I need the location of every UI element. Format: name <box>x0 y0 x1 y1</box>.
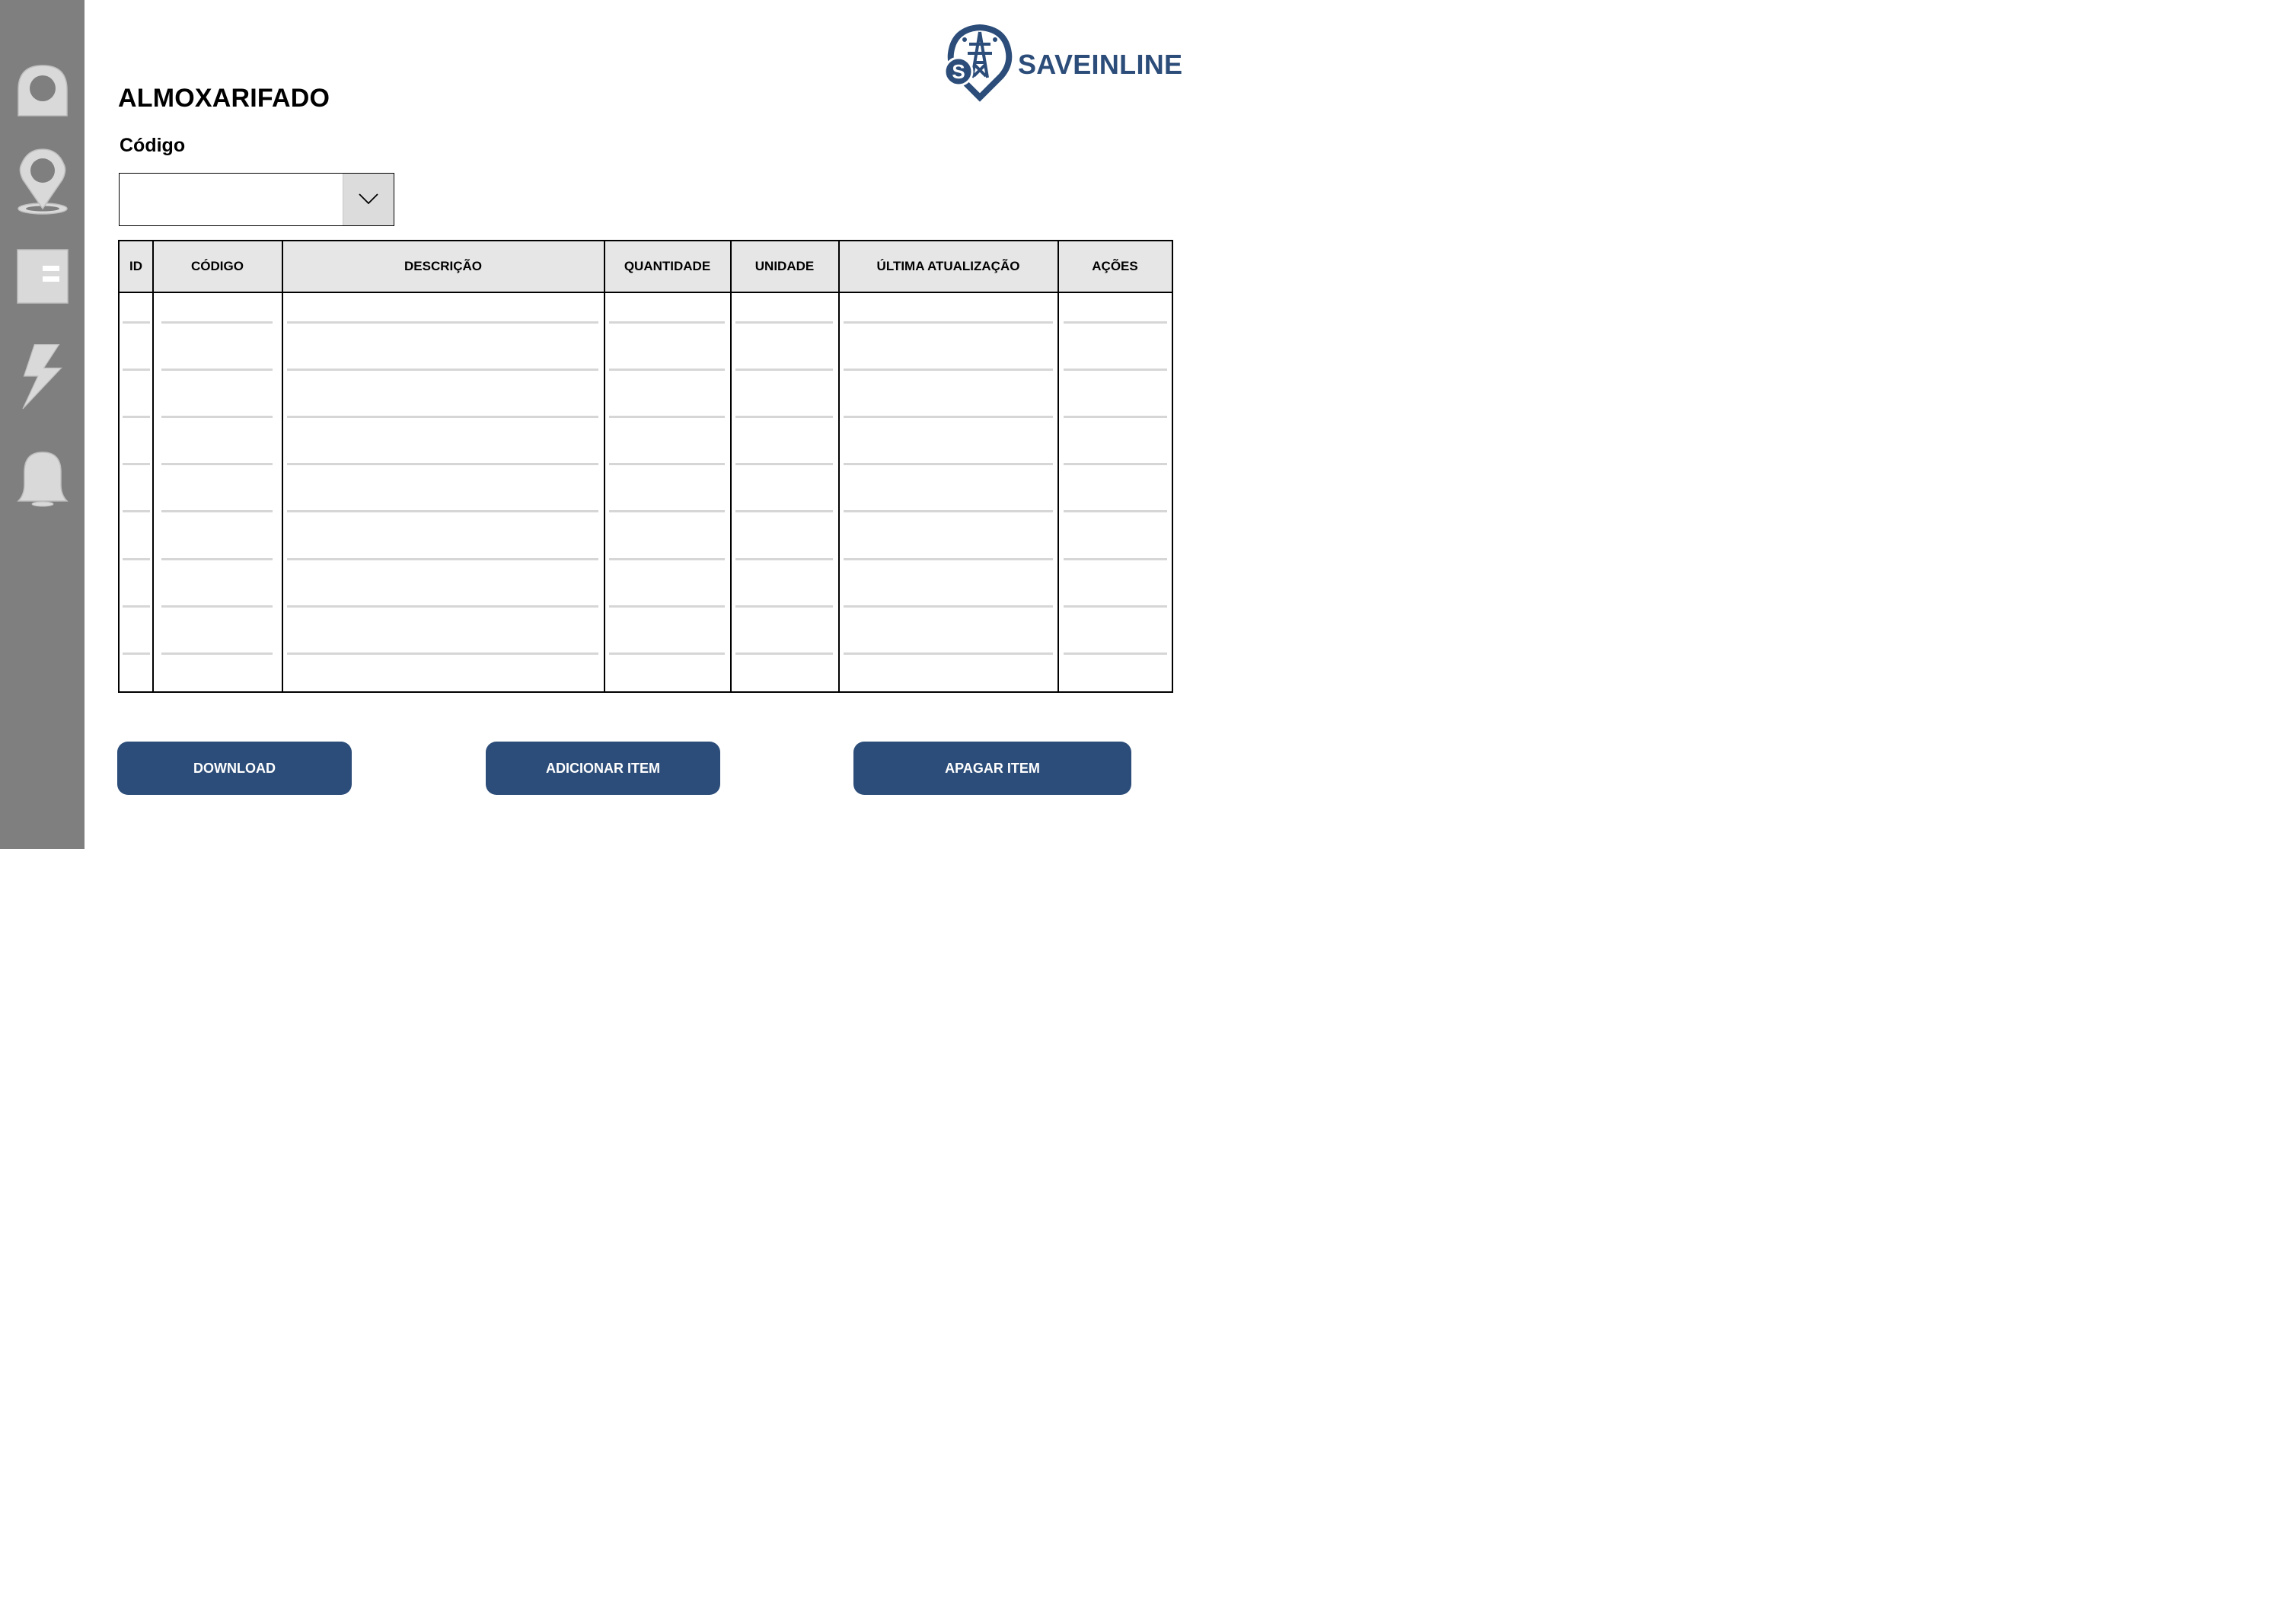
empty-row-line <box>609 463 725 465</box>
empty-row-line <box>844 416 1053 418</box>
header-unidade[interactable]: UNIDADE <box>731 241 838 292</box>
empty-row-line <box>735 558 833 560</box>
user-icon[interactable] <box>14 61 72 131</box>
dropdown-button[interactable] <box>343 174 394 225</box>
empty-row-line <box>123 652 150 655</box>
empty-row-line <box>123 416 150 418</box>
table-header: ID CÓDIGO DESCRIÇÃO QUANTIDADE UNIDADE Ú… <box>120 241 1172 293</box>
empty-row-line <box>844 510 1053 512</box>
empty-row-line <box>609 652 725 655</box>
header-descricao[interactable]: DESCRIÇÃO <box>282 241 604 292</box>
empty-row-line <box>123 321 150 324</box>
empty-row-line <box>123 369 150 371</box>
power-tower-pin-icon: S <box>943 24 1013 102</box>
empty-row-line <box>161 416 273 418</box>
empty-row-line <box>161 605 273 608</box>
empty-row-line <box>735 605 833 608</box>
brand-name: SAVEINLINE <box>1018 49 1183 80</box>
column-divider <box>604 241 605 691</box>
column-divider <box>730 241 732 691</box>
column-divider <box>1057 241 1059 691</box>
empty-row-line <box>609 416 725 418</box>
header-ultima-atualizacao[interactable]: ÚLTIMA ATUALIZAÇÃO <box>839 241 1057 292</box>
empty-row-line <box>844 605 1053 608</box>
download-button[interactable]: DOWNLOAD <box>117 742 352 795</box>
inventory-table: ID CÓDIGO DESCRIÇÃO QUANTIDADE UNIDADE Ú… <box>118 240 1173 693</box>
empty-row-line <box>287 510 598 512</box>
add-item-button[interactable]: ADICIONAR ITEM <box>486 742 720 795</box>
empty-row-line <box>287 321 598 324</box>
empty-row-line <box>287 416 598 418</box>
empty-row-line <box>844 321 1053 324</box>
empty-row-line <box>735 510 833 512</box>
svg-text:S: S <box>952 60 965 83</box>
empty-row-line <box>609 558 725 560</box>
empty-row-line <box>287 369 598 371</box>
empty-row-line <box>287 463 598 465</box>
brand-logo: S SAVEINLINE <box>942 23 1182 103</box>
empty-row-line <box>287 558 598 560</box>
page-title: ALMOXARIFADO <box>118 84 330 113</box>
empty-row-line <box>735 369 833 371</box>
column-divider <box>282 241 283 691</box>
empty-row-line <box>161 463 273 465</box>
empty-row-line <box>1064 558 1167 560</box>
empty-row-line <box>735 321 833 324</box>
empty-row-line <box>844 652 1053 655</box>
empty-row-line <box>287 652 598 655</box>
sidebar <box>0 0 85 849</box>
empty-row-line <box>844 558 1053 560</box>
empty-row-line <box>161 369 273 371</box>
document-icon[interactable] <box>14 242 72 312</box>
header-acoes[interactable]: AÇÕES <box>1058 241 1172 292</box>
empty-row-line <box>609 510 725 512</box>
empty-row-line <box>161 321 273 324</box>
header-quantidade[interactable]: QUANTIDADE <box>604 241 730 292</box>
header-id[interactable]: ID <box>120 241 152 292</box>
delete-item-button[interactable]: APAGAR ITEM <box>853 742 1131 795</box>
empty-row-line <box>609 369 725 371</box>
header-codigo[interactable]: CÓDIGO <box>153 241 282 292</box>
empty-row-line <box>287 605 598 608</box>
column-divider <box>152 241 154 691</box>
empty-row-line <box>1064 652 1167 655</box>
empty-row-line <box>844 369 1053 371</box>
empty-row-line <box>735 416 833 418</box>
empty-row-line <box>609 605 725 608</box>
empty-row-line <box>844 463 1053 465</box>
lightning-icon[interactable] <box>14 341 72 411</box>
empty-row-line <box>123 558 150 560</box>
empty-row-line <box>1064 416 1167 418</box>
codigo-label: Código <box>120 135 186 156</box>
empty-row-line <box>735 463 833 465</box>
column-divider <box>838 241 840 691</box>
location-pin-icon[interactable] <box>14 146 72 216</box>
chevron-down-icon <box>359 193 378 205</box>
empty-row-line <box>1064 605 1167 608</box>
empty-row-line <box>609 321 725 324</box>
empty-row-line <box>161 652 273 655</box>
empty-row-line <box>1064 369 1167 371</box>
empty-row-line <box>123 510 150 512</box>
empty-row-line <box>123 605 150 608</box>
codigo-select[interactable] <box>119 173 394 226</box>
empty-row-line <box>735 652 833 655</box>
empty-row-line <box>1064 463 1167 465</box>
empty-row-line <box>1064 510 1167 512</box>
empty-row-line <box>1064 321 1167 324</box>
bell-icon[interactable] <box>14 448 72 518</box>
empty-row-line <box>161 510 273 512</box>
empty-row-line <box>161 558 273 560</box>
empty-row-line <box>123 463 150 465</box>
